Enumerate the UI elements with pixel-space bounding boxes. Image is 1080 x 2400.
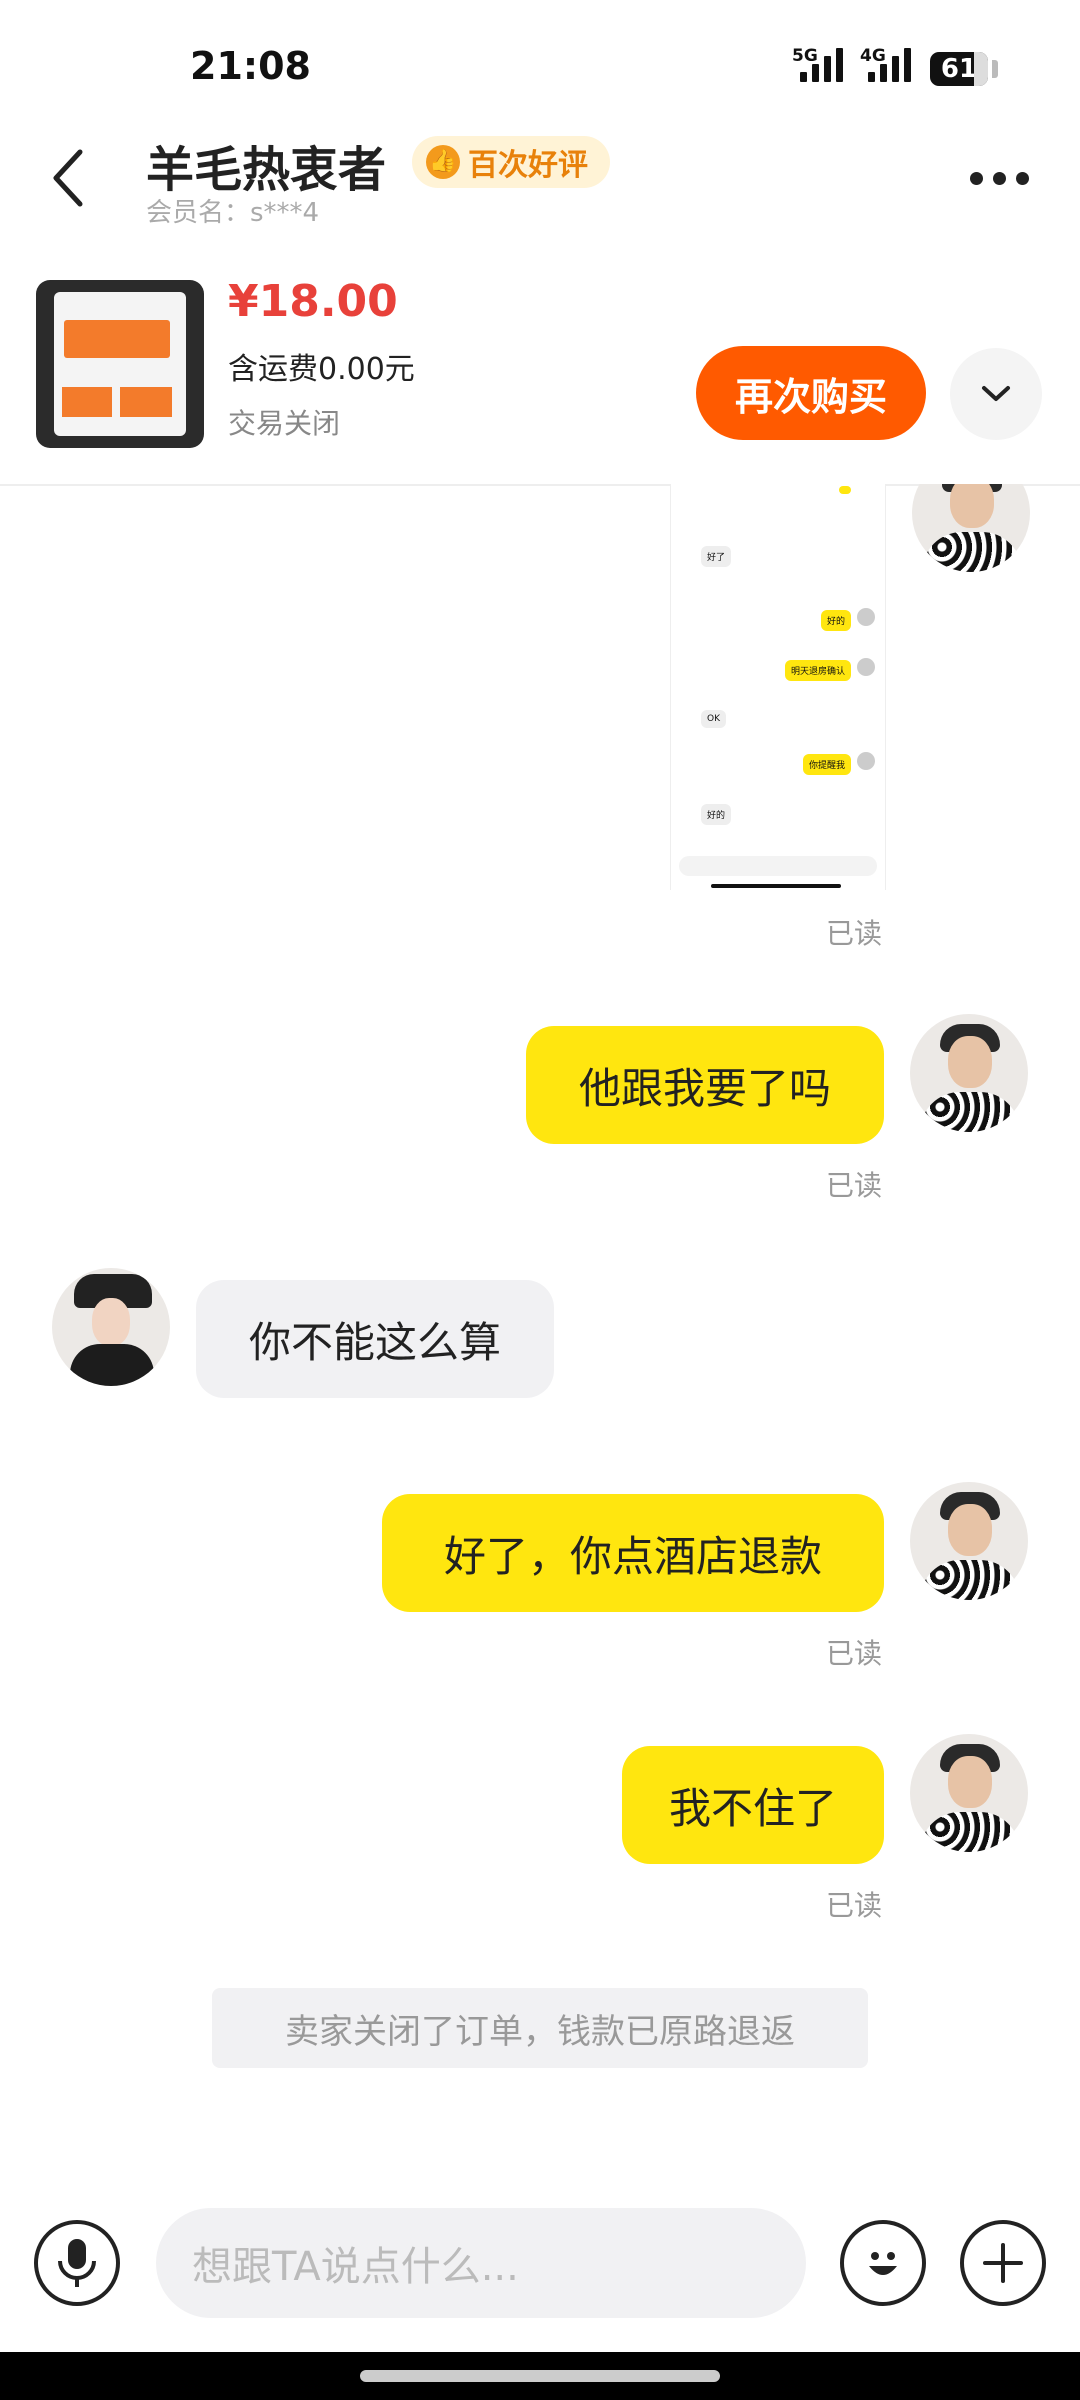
input-bar: 想跟TA说点什么...: [0, 2190, 1080, 2330]
battery-icon: 61: [930, 52, 998, 86]
product-card[interactable]: ¥18.00 含运费0.00元 交易关闭 再次购买: [0, 262, 1080, 486]
read-status: 已读: [826, 917, 883, 950]
chevron-down-icon[interactable]: [950, 348, 1042, 440]
product-thumbnail[interactable]: [36, 280, 204, 448]
message-bubble-sent[interactable]: 他跟我要了吗: [526, 1026, 884, 1144]
more-options-button[interactable]: [970, 172, 1029, 185]
thumbs-up-icon: 👍: [426, 145, 460, 179]
emoji-icon[interactable]: [840, 2220, 926, 2306]
system-nav-bar: [0, 2352, 1080, 2400]
signal-4g-icon: 4G: [860, 46, 911, 82]
clock: 21:08: [190, 44, 311, 88]
home-indicator[interactable]: [360, 2370, 720, 2382]
contact-name: 羊毛热衷者: [146, 142, 387, 198]
read-status: 已读: [826, 1889, 883, 1922]
signal-5g-icon: 5G: [792, 46, 843, 82]
message-bubble-sent[interactable]: 我不住了: [622, 1746, 884, 1864]
image-message[interactable]: 好了 好的 明天退房确认 OK 你提醒我 好的: [670, 484, 886, 890]
my-avatar[interactable]: [910, 1482, 1028, 1600]
add-icon[interactable]: [960, 2220, 1046, 2306]
my-avatar[interactable]: [910, 1734, 1028, 1852]
microphone-icon[interactable]: [34, 2220, 120, 2306]
message-input[interactable]: 想跟TA说点什么...: [156, 2208, 806, 2318]
contact-avatar[interactable]: [52, 1268, 170, 1386]
rating-badge: 👍 百次好评: [412, 136, 610, 188]
buy-again-button[interactable]: 再次购买: [696, 346, 926, 440]
read-status: 已读: [826, 1169, 883, 1202]
back-button[interactable]: [50, 148, 90, 212]
member-name: 会员名：s***4: [146, 198, 320, 228]
system-notice: 卖家关闭了订单，钱款已原路退返: [212, 1988, 868, 2068]
chat-header: 羊毛热衷者 👍 百次好评 会员名：s***4: [0, 120, 1080, 240]
message-bubble-sent[interactable]: 好了，你点酒店退款: [382, 1494, 884, 1612]
read-status: 已读: [826, 1637, 883, 1670]
product-price: ¥18.00: [228, 276, 398, 327]
chat-messages[interactable]: 好了 好的 明天退房确认 OK 你提醒我 好的 已读 他跟我要了吗 已读 你不能…: [0, 484, 1080, 2194]
my-avatar[interactable]: [910, 1014, 1028, 1132]
my-avatar[interactable]: [912, 484, 1030, 572]
mini-input: [679, 856, 877, 876]
shipping-info: 含运费0.00元: [228, 352, 415, 387]
status-bar: 21:08 5G 4G 61: [0, 0, 1080, 130]
message-bubble-received[interactable]: 你不能这么算: [196, 1280, 554, 1398]
trade-status: 交易关闭: [228, 407, 341, 440]
